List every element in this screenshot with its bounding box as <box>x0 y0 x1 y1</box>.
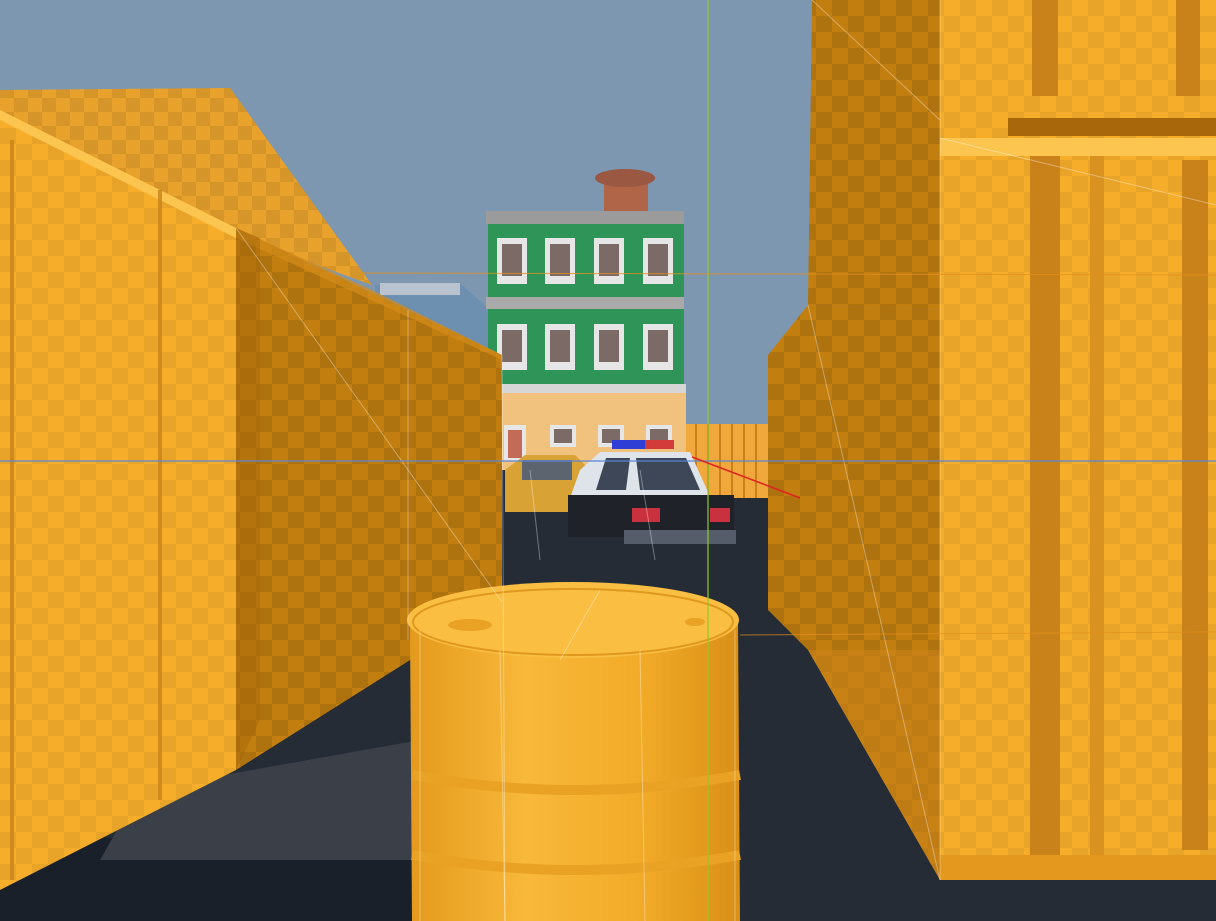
building-roof <box>486 211 684 224</box>
container-left-front <box>0 110 236 890</box>
container-right-top-underside <box>808 0 940 310</box>
chimney-top <box>595 169 655 187</box>
game-viewport[interactable] <box>0 0 1216 921</box>
scene-canvas[interactable] <box>0 0 1216 921</box>
oil-barrel <box>407 582 741 921</box>
apartment-building <box>486 169 686 470</box>
